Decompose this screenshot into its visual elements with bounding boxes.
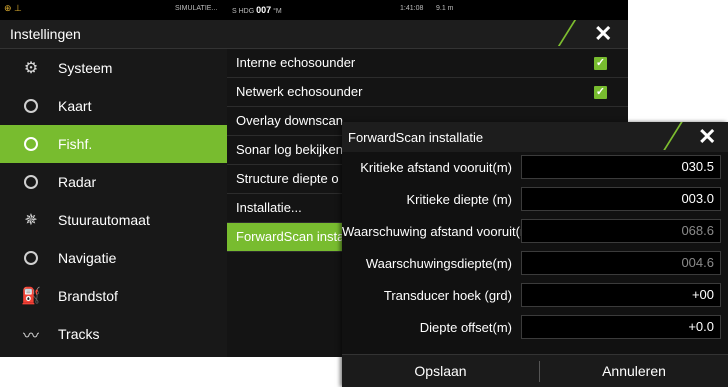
field-label: Diepte offset(m): [419, 320, 512, 335]
window-title: Instellingen: [10, 26, 81, 42]
warning-range-ahead-input[interactable]: 068.6: [521, 219, 721, 243]
transducer-angle-input[interactable]: +00: [521, 283, 721, 307]
setting-row-interne-echosounder[interactable]: Interne echosounder ✓: [227, 49, 628, 78]
setting-label: Sonar log bekijken: [236, 142, 343, 157]
settings-sidebar: ⚙ Systeem Kaart Fishf. Radar ✵ Stuurauto…: [0, 49, 227, 357]
sidebar-item-tracks[interactable]: 〰 Tracks: [0, 315, 227, 353]
field-label: Waarschuwingsdiepte(m): [365, 256, 512, 271]
title-accent-decoration: [557, 20, 577, 46]
simulation-indicator: SIMULATIE...: [175, 5, 218, 12]
dialog-title-bar: ForwardScan installatie ✕: [342, 122, 728, 152]
dialog-title: ForwardScan installatie: [348, 130, 484, 145]
sidebar-item-label: Tracks: [58, 326, 100, 342]
setting-label: ForwardScan insta: [236, 229, 345, 244]
sidebar-item-brandstof[interactable]: ⛽ Brandstof: [0, 277, 227, 315]
field-row: Transducer hoek (grd) +00: [342, 280, 728, 312]
sidebar-item-stuurautomaat[interactable]: ✵ Stuurautomaat: [0, 201, 227, 239]
compass-icon: [22, 249, 40, 267]
field-label: Kritieke diepte (m): [406, 192, 512, 207]
heading-label: S HDG: [232, 8, 255, 15]
setting-label: Installatie...: [236, 200, 302, 215]
critical-range-ahead-input[interactable]: 030.5: [521, 155, 721, 179]
setting-label: Overlay downscan: [236, 113, 343, 128]
field-row: Waarschuwing afstand vooruit(m) 068.6: [342, 216, 728, 248]
sidebar-item-label: Navigatie: [58, 250, 117, 266]
dialog-close-button[interactable]: ✕: [698, 124, 716, 150]
dialog-fields: Kritieke afstand vooruit(m) 030.5 Kritie…: [342, 152, 728, 344]
sidebar-item-radar[interactable]: Radar: [0, 163, 227, 201]
checkbox-checked-icon[interactable]: ✓: [594, 57, 607, 70]
sonar-icon: [22, 135, 40, 153]
sidebar-item-label: Radar: [58, 174, 97, 190]
radar-icon: [22, 173, 40, 191]
sidebar-item-systeem[interactable]: ⚙ Systeem: [0, 49, 227, 87]
heading-value: 007: [256, 5, 272, 15]
field-row: Waarschuwingsdiepte(m) 004.6: [342, 248, 728, 280]
title-accent-decoration: [663, 122, 683, 150]
checkbox-checked-icon[interactable]: ✓: [594, 86, 607, 99]
clock: 1:41:08: [400, 5, 424, 12]
heading-readout: S HDG 007 °M: [232, 5, 282, 15]
track-icon: 〰: [22, 328, 39, 345]
globe-icon: [22, 97, 40, 115]
setting-row-netwerk-echosounder[interactable]: Netwerk echosounder ✓: [227, 78, 628, 107]
warning-depth-input[interactable]: 004.6: [521, 251, 721, 275]
fuel-icon: ⛽: [21, 288, 41, 305]
heading-unit: °M: [273, 8, 282, 15]
sidebar-item-label: Fishf.: [58, 136, 93, 152]
field-row: Kritieke diepte (m) 003.0: [342, 184, 728, 216]
sidebar-item-fishf[interactable]: Fishf.: [0, 125, 227, 163]
close-button[interactable]: ✕: [594, 21, 612, 47]
helm-icon: ✵: [24, 212, 38, 229]
sidebar-item-label: Stuurautomaat: [58, 212, 150, 228]
title-bar: Instellingen ✕: [0, 20, 628, 49]
sidebar-item-kaart[interactable]: Kaart: [0, 87, 227, 125]
sidebar-item-label: Systeem: [58, 60, 113, 76]
field-label: Kritieke afstand vooruit(m): [360, 160, 512, 175]
dialog-footer: Opslaan Annuleren: [342, 354, 728, 387]
field-row: Kritieke afstand vooruit(m) 030.5: [342, 152, 728, 184]
field-label: Transducer hoek (grd): [383, 288, 512, 303]
save-button[interactable]: Opslaan: [342, 355, 539, 387]
field-row: Diepte offset(m) +0.0: [342, 312, 728, 344]
setting-label: Netwerk echosounder: [236, 84, 363, 99]
status-bar: ⊕ ⊥ SIMULATIE... S HDG 007 °M 1:41:08 9.…: [0, 0, 628, 20]
sidebar-item-label: Kaart: [58, 98, 92, 114]
forwardscan-dialog: ForwardScan installatie ✕ Kritieke afsta…: [342, 122, 728, 387]
sidebar-item-navigatie[interactable]: Navigatie: [0, 239, 227, 277]
field-label: Waarschuwing afstand vooruit(m): [342, 224, 536, 239]
gear-icon: ⚙: [23, 60, 39, 77]
depth-readout: 9.1 m: [436, 5, 454, 12]
status-icons: ⊕ ⊥: [4, 3, 22, 13]
critical-depth-input[interactable]: 003.0: [521, 187, 721, 211]
setting-label: Structure diepte o: [236, 171, 339, 186]
depth-offset-input[interactable]: +0.0: [521, 315, 721, 339]
sidebar-item-label: Brandstof: [58, 288, 118, 304]
setting-label: Interne echosounder: [236, 55, 356, 70]
cancel-button[interactable]: Annuleren: [540, 355, 728, 387]
